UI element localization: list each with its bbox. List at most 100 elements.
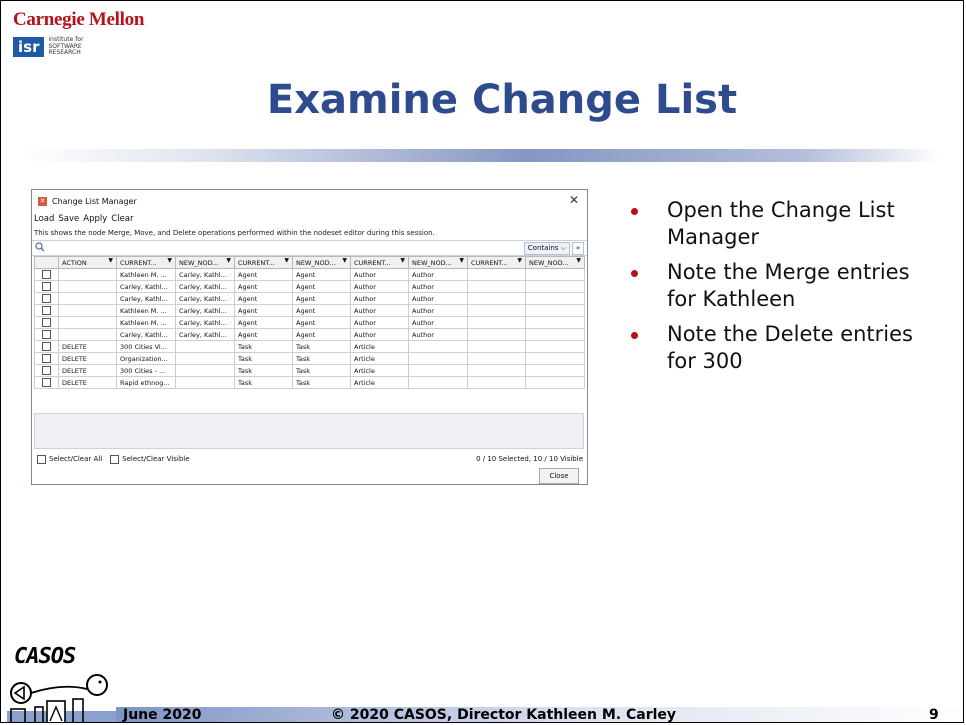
table-row[interactable]: DELETE 300 Cities - ... Task Task Article [34,364,585,377]
table-cell: Author [408,292,468,305]
menu-apply[interactable]: Apply [83,214,107,224]
row-select-cell [34,268,59,281]
table-cell: Agent [234,316,293,329]
close-button[interactable]: Close [539,468,579,484]
table-cell [467,340,526,353]
table-cell: Agent [292,328,351,341]
table-cell: Carley, Kathl... [175,304,235,317]
table-cell [525,316,585,329]
menu-load[interactable]: Load [34,214,54,224]
table-cell: Agent [292,304,351,317]
table-cell [525,292,585,305]
table-cell: DELETE [58,364,117,377]
column-header[interactable]: NEW_NOD... ▼ [292,256,351,269]
filter-mode-value: Contains [527,244,559,252]
close-icon[interactable]: ✕ [569,193,579,207]
expand-filter-button[interactable]: » [572,242,584,255]
menu-bar: Load Save Apply Clear [32,212,587,226]
info-text: This shows the node Merge, Move, and Del… [34,229,435,237]
bullet-item: Note the Merge entries for Kathleen [623,259,943,313]
row-checkbox[interactable] [42,318,51,327]
table-cell: Author [350,304,409,317]
table-cell: Author [408,304,468,317]
row-checkbox[interactable] [42,330,51,339]
select-visible-checkbox[interactable] [110,454,120,464]
table-row[interactable]: Carley, Kathl... Carley, Kathl... Agent Age… [34,292,585,305]
row-checkbox[interactable] [42,282,51,291]
table-cell [525,328,585,341]
column-header[interactable]: NEW_NOD... ▼ [525,256,585,269]
table-cell: Article [350,340,409,353]
select-all-checkbox[interactable] [37,454,46,464]
table-cell [408,364,468,377]
table-cell: Task [292,340,351,353]
table-cell [467,352,526,365]
column-header[interactable]: NEW_NOD... ▼ [408,256,468,269]
row-select-cell [34,304,59,317]
isr-logo: isr institute for SOFTWARE RESEARCH [13,37,83,57]
table-cell: Agent [234,328,293,341]
column-header[interactable]: CURRENT... ▼ [116,256,176,269]
row-select-cell [34,364,59,377]
column-header[interactable]: CURRENT... ▼ [234,256,293,269]
row-checkbox[interactable] [42,366,51,375]
row-select-cell [34,316,59,329]
row-select-cell [34,328,59,341]
selection-status: 0 / 10 Selected, 10 / 10 Visible [476,455,583,463]
table-cell: Carley, Kathl... [116,280,176,293]
bullet-text: Note the Delete entries for 300 [667,322,913,373]
table-cell [58,316,117,329]
table-cell: Carley, Kathl... [175,328,235,341]
column-header[interactable]: CURRENT... ▼ [350,256,409,269]
sort-arrow-icon: ▼ [342,257,347,265]
select-visible-group: Select/Clear Visible [110,454,190,464]
row-checkbox[interactable] [42,270,51,279]
table-cell: Carley, Kathl... [116,292,176,305]
column-header[interactable]: NEW_NOD... ▼ [175,256,235,269]
footer-date: June 2020 [123,707,202,723]
table-cell [175,376,235,389]
table-row[interactable]: Carley, Kathl... Carley, Kathl... Agent Age… [34,280,585,293]
table-cell: Author [408,328,468,341]
row-checkbox[interactable] [42,378,51,387]
table-cell [525,340,585,353]
bullet-list: Open the Change List Manager Note the Me… [623,197,943,383]
table-cell: Task [234,340,293,353]
table-row[interactable]: Carley, Kathl... Carley, Kathl... Agent Age… [34,328,585,341]
table-row[interactable]: Kathleen M. ... Carley, Kathl... Agent Agen… [34,268,585,281]
table-row[interactable]: DELETE Organization... Task Task Article [34,352,585,365]
row-checkbox[interactable] [42,354,51,363]
sort-arrow-icon: ▼ [517,257,522,265]
row-checkbox[interactable] [42,306,51,315]
app-icon: ✕ [38,196,47,206]
bullet-dot [631,270,638,277]
column-header[interactable]: CURRENT... ▼ [467,256,526,269]
table-cell: Task [292,376,351,389]
row-checkbox[interactable] [42,342,51,351]
table-cell [467,280,526,293]
table-cell: Agent [234,280,293,293]
table-cell: Author [350,268,409,281]
select-visible-label: Select/Clear Visible [122,455,190,463]
table-cell [525,352,585,365]
table-cell: Agent [292,292,351,305]
row-select-cell [34,352,59,365]
table-cell: Author [408,316,468,329]
menu-clear[interactable]: Clear [111,214,133,224]
table-cell [467,316,526,329]
table-cell: Article [350,364,409,377]
table-row[interactable]: DELETE 300 Cities Vi... Task Task Article [34,340,585,353]
isr-logo-mark: isr [13,37,45,57]
row-checkbox[interactable] [42,294,51,303]
table-row[interactable]: DELETE Rapid ethnog... Task Task Article [34,376,585,389]
menu-save[interactable]: Save [58,214,79,224]
filter-mode-dropdown[interactable]: Contains ⌵ [523,242,570,255]
change-list-table: ACTION ▼ CURRENT... ▼ NEW_NOD... ▼ CURRENT.… [34,256,585,389]
slide: Carnegie Mellon isr institute for SOFTWA… [0,0,964,723]
column-header[interactable]: ACTION ▼ [58,256,117,269]
table-row[interactable]: Kathleen M. ... Carley, Kathl... Agent Agen… [34,316,585,329]
table-row[interactable]: Kathleen M. ... Carley, Kathl... Agent Agen… [34,304,585,317]
table-cell [408,376,468,389]
table-cell [467,364,526,377]
table-cell: Author [350,316,409,329]
